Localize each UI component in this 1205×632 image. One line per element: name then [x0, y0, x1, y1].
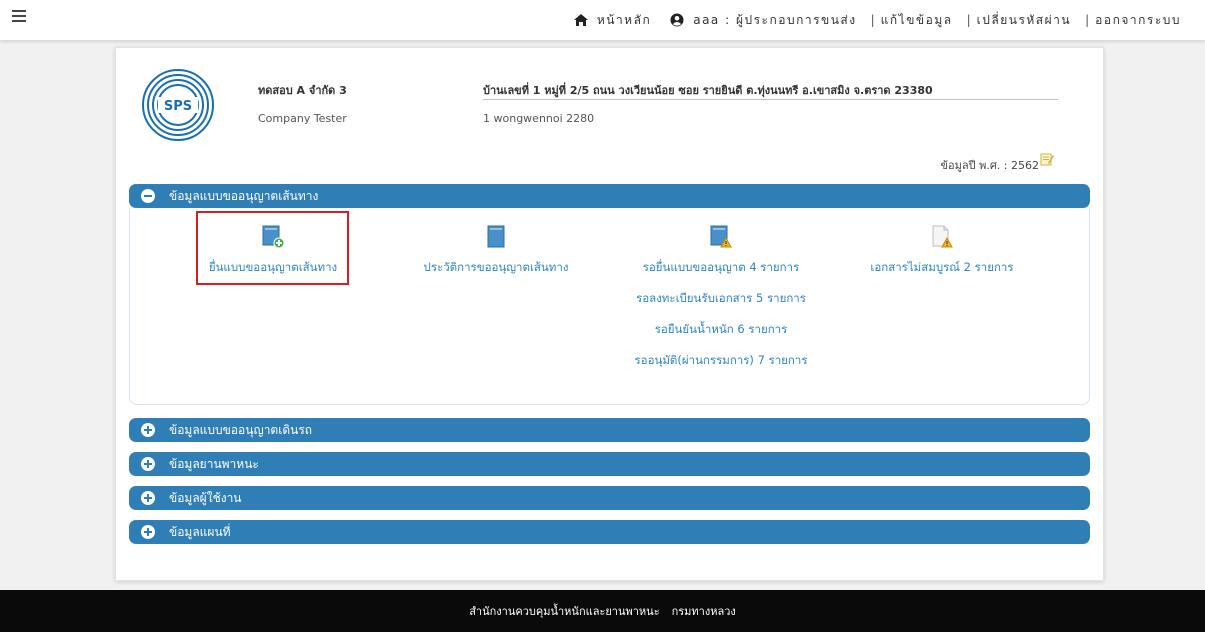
address-divider — [483, 99, 1058, 100]
request-history-item[interactable]: ประวัติการขออนุญาตเส้นทาง — [408, 225, 584, 277]
footer-org-name: สำนักงานควบคุมน้ำหนักและยานพาหนะ — [469, 605, 660, 618]
pending-submit-link[interactable]: รอยื่นแบบขออนุญาต 4 รายการ — [623, 259, 819, 277]
doc-history-icon — [487, 225, 505, 248]
company-name-en: Company Tester — [258, 112, 347, 125]
pending-approval-link[interactable]: รออนุมัติ(ผ่านกรรมการ) 7 รายการ — [623, 352, 819, 370]
company-name-th: ทดสอบ A จำกัด 3 — [258, 84, 347, 97]
nav-change-password-label: เปลี่ยนรหัสผ่าน — [976, 12, 1072, 27]
collapse-icon[interactable] — [141, 189, 155, 203]
home-icon — [573, 14, 588, 26]
nav-edit-profile-link[interactable]: แก้ไขข้อมูล — [881, 11, 953, 30]
incomplete-docs-link[interactable]: เอกสารไม่สมบูรณ์ 2 รายการ — [854, 259, 1030, 277]
edit-year-icon[interactable] — [1040, 152, 1054, 166]
section-map[interactable]: ข้อมูลแผนที่ — [129, 520, 1090, 544]
nav-user-link[interactable]: aaa : ผู้ประกอบการขนส่ง — [669, 11, 856, 30]
expand-icon[interactable] — [141, 423, 155, 437]
nav-separator: | — [966, 13, 971, 27]
company-address-en: 1 wongwennoi 2280 — [483, 112, 595, 125]
expand-icon[interactable] — [141, 491, 155, 505]
user-circle-icon — [670, 13, 684, 27]
company-address-th: บ้านเลขที่ 1 หมู่ที่ 2/5 ถนน วงเวียนน้อย… — [483, 84, 933, 97]
footer-department-name: กรมทางหลวง — [671, 605, 736, 618]
doc-warning-icon — [710, 225, 732, 248]
nav-user-label: aaa : ผู้ประกอบการขนส่ง — [693, 12, 857, 27]
pending-register-link[interactable]: รอลงทะเบียนรับเอกสาร 5 รายการ — [623, 290, 819, 308]
incomplete-docs-item[interactable]: เอกสารไม่สมบูรณ์ 2 รายการ — [854, 225, 1030, 277]
menu-icon[interactable] — [12, 8, 26, 22]
nav-home-link[interactable]: หน้าหลัก — [573, 11, 651, 30]
section-label: ข้อมูลแบบขออนุญาตเดินรถ — [169, 422, 313, 437]
request-history-link[interactable]: ประวัติการขออนุญาตเส้นทาง — [408, 259, 584, 277]
section-label: ข้อมูลแบบขออนุญาตเส้นทาง — [169, 188, 319, 203]
nav-separator: | — [870, 13, 875, 27]
section-users[interactable]: ข้อมูลผู้ใช้งาน — [129, 486, 1090, 510]
nav-edit-profile-label: แก้ไขข้อมูล — [880, 12, 953, 27]
top-navbar: หน้าหลัก aaa : ผู้ประกอบการขนส่ง | แก้ไข… — [0, 0, 1205, 41]
nav-logout-link[interactable]: ออกจากระบบ — [1095, 11, 1181, 30]
pending-weight-link[interactable]: รอยืนยันน้ำหนัก 6 รายการ — [623, 321, 819, 339]
year-info: ข้อมูลปี พ.ศ. : 2562 — [940, 159, 1039, 172]
submit-request-link[interactable]: ยื่นแบบขออนุญาตเส้นทาง — [198, 259, 348, 277]
section-label: ข้อมูลผู้ใช้งาน — [169, 490, 242, 505]
section-operation-permit[interactable]: ข้อมูลแบบขออนุญาตเดินรถ — [129, 418, 1090, 442]
company-logo: SPS — [142, 69, 214, 141]
nav-home-label: หน้าหลัก — [596, 12, 652, 27]
expand-icon[interactable] — [141, 457, 155, 471]
section-label: ข้อมูลยานพาหนะ — [169, 456, 259, 471]
nav-links: หน้าหลัก aaa : ผู้ประกอบการขนส่ง | แก้ไข… — [555, 10, 1181, 30]
nav-separator: | — [1085, 13, 1090, 27]
footer: สำนักงานควบคุมน้ำหนักและยานพาหนะ กรมทางห… — [0, 590, 1205, 632]
section-route-permit[interactable]: ข้อมูลแบบขออนุญาตเส้นทาง — [129, 184, 1090, 208]
logo-text: SPS — [164, 99, 192, 114]
doc-incomplete-icon — [932, 225, 953, 248]
nav-logout-label: ออกจากระบบ — [1095, 12, 1181, 27]
doc-add-icon — [262, 225, 284, 249]
section-label: ข้อมูลแผนที่ — [169, 524, 231, 539]
main-card: SPS ทดสอบ A จำกัด 3 Company Tester บ้านเ… — [115, 47, 1104, 581]
nav-change-password-link[interactable]: เปลี่ยนรหัสผ่าน — [977, 11, 1071, 30]
submit-request-item[interactable]: ยื่นแบบขออนุญาตเส้นทาง — [198, 225, 348, 277]
section-vehicles[interactable]: ข้อมูลยานพาหนะ — [129, 452, 1090, 476]
expand-icon[interactable] — [141, 525, 155, 539]
pending-items: รอยื่นแบบขออนุญาต 4 รายการ รอลงทะเบียนรั… — [623, 225, 819, 370]
